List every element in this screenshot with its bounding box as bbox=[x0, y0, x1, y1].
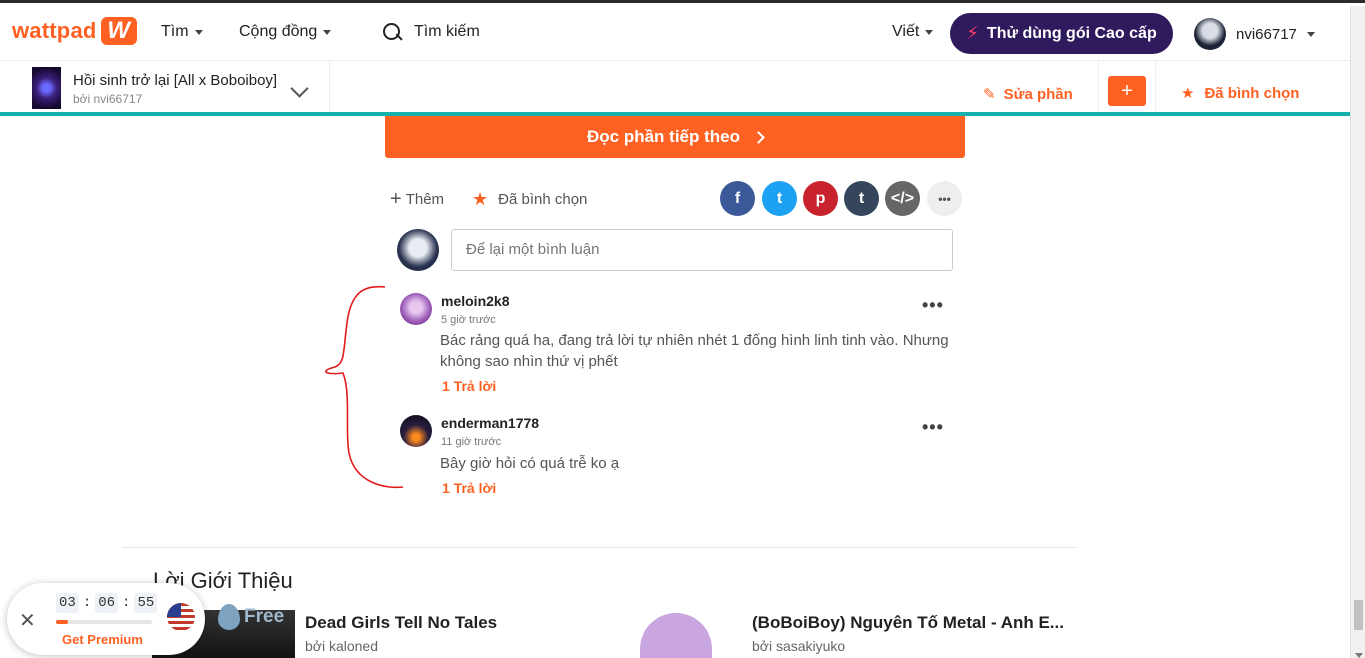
countdown-seconds: 55 bbox=[134, 593, 158, 613]
comment-text: Bác rảng quá ha, đang trả lời tự nhiên n… bbox=[440, 332, 949, 370]
pencil-icon: ✎ bbox=[983, 86, 996, 103]
divider bbox=[329, 61, 330, 113]
story-author[interactable]: bởi nvi66717 bbox=[73, 92, 142, 106]
tumblr-share-icon[interactable]: t bbox=[844, 181, 879, 216]
comment-text: Bây giờ hỏi có quá trễ ko ạ bbox=[440, 455, 620, 472]
separator: : bbox=[82, 595, 92, 611]
premium-button-label: Thử dùng gói Cao cấp bbox=[986, 24, 1157, 42]
chevron-down-icon bbox=[925, 29, 934, 35]
recommendation-author[interactable]: bởi kaloned bbox=[305, 638, 378, 654]
divider bbox=[122, 547, 1077, 548]
user-menu[interactable]: nvi66717 bbox=[1194, 18, 1315, 50]
replies-link[interactable]: 1 Trả lời bbox=[442, 480, 496, 496]
red-brace-annotation bbox=[324, 285, 404, 489]
twitter-share-icon[interactable]: t bbox=[762, 181, 797, 216]
embed-icon[interactable]: </> bbox=[885, 181, 920, 216]
countdown-progress bbox=[56, 620, 152, 624]
pinterest-share-icon[interactable]: p bbox=[803, 181, 838, 216]
search-button[interactable]: Tìm kiếm bbox=[382, 22, 480, 42]
avatar[interactable] bbox=[400, 293, 432, 325]
avatar bbox=[397, 229, 439, 271]
scrollbar-thumb[interactable] bbox=[1354, 600, 1363, 630]
star-icon: ★ bbox=[1181, 85, 1195, 102]
chevron-down-icon bbox=[194, 29, 203, 35]
chevron-down-icon[interactable] bbox=[1355, 653, 1363, 658]
divider bbox=[1098, 61, 1099, 113]
logo-text: wattpad bbox=[12, 18, 97, 43]
wattpad-logo[interactable]: wattpad W bbox=[12, 17, 137, 45]
community-menu[interactable]: Cộng đồng bbox=[239, 23, 332, 41]
browse-label: Tìm bbox=[161, 23, 189, 40]
countdown-progress-fill bbox=[56, 620, 68, 624]
star-icon[interactable]: ★ bbox=[472, 189, 488, 210]
community-label: Cộng đồng bbox=[239, 23, 318, 40]
write-menu[interactable]: Viết bbox=[892, 23, 934, 41]
separator: : bbox=[122, 595, 131, 611]
recommendation-title[interactable]: Dead Girls Tell No Tales bbox=[305, 613, 497, 633]
voted-button[interactable]: Đã bình chọn bbox=[498, 191, 587, 208]
more-options-icon[interactable]: ••• bbox=[922, 295, 944, 316]
facebook-share-icon[interactable]: f bbox=[720, 181, 755, 216]
get-premium-link[interactable]: Get Premium bbox=[62, 632, 143, 647]
add-button[interactable]: Thêm bbox=[406, 191, 444, 208]
avatar bbox=[1194, 18, 1226, 50]
comment-input[interactable] bbox=[451, 229, 953, 271]
plus-icon[interactable]: + bbox=[390, 188, 402, 211]
story-cover[interactable] bbox=[32, 67, 61, 109]
recommendation-cover[interactable] bbox=[640, 613, 712, 658]
countdown: 03 : 06 : 55 bbox=[56, 593, 158, 613]
try-premium-button[interactable]: ⚡ Thử dùng gói Cao cấp bbox=[950, 13, 1173, 54]
chevron-down-icon bbox=[323, 29, 332, 35]
free-badge: Free bbox=[218, 604, 284, 630]
replies-link[interactable]: 1 Trả lời bbox=[442, 378, 496, 394]
next-part-label: Đọc phần tiếp theo bbox=[587, 127, 740, 146]
top-navigation: wattpad W Tìm Cộng đồng Tìm kiếm Viết ⚡ … bbox=[0, 6, 1350, 60]
search-label: Tìm kiếm bbox=[414, 23, 480, 40]
write-label: Viết bbox=[892, 23, 920, 40]
edit-part-label: Sửa phần bbox=[1003, 85, 1073, 103]
us-flag-icon[interactable] bbox=[167, 603, 195, 631]
countdown-hours: 03 bbox=[56, 593, 79, 613]
drop-icon bbox=[218, 604, 240, 630]
more-options-icon[interactable]: ••• bbox=[927, 181, 962, 216]
chevron-right-icon bbox=[752, 130, 765, 144]
voted-button[interactable]: ★ Đã bình chọn bbox=[1181, 84, 1300, 103]
story-title[interactable]: Hồi sinh trở lại [All x Boboiboy] bbox=[73, 72, 277, 89]
avatar[interactable] bbox=[400, 415, 432, 447]
logo-mark-icon: W bbox=[100, 17, 137, 45]
comment-username[interactable]: meloin2k8 bbox=[441, 293, 509, 309]
close-icon[interactable]: ✕ bbox=[19, 608, 36, 633]
comment-time: 5 giờ trước bbox=[441, 314, 496, 326]
divider bbox=[1155, 61, 1156, 113]
comment-time: 11 giờ trước bbox=[441, 436, 502, 448]
countdown-minutes: 06 bbox=[95, 593, 119, 613]
search-icon bbox=[382, 22, 402, 42]
edit-part-button[interactable]: ✎ Sửa phần bbox=[983, 85, 1073, 104]
story-bar: Hồi sinh trở lại [All x Boboiboy] bởi nv… bbox=[0, 60, 1350, 113]
part-actions: + Thêm ★ Đã bình chọn bbox=[390, 188, 587, 211]
premium-timer-widget: ✕ 03 : 06 : 55 Get Premium bbox=[7, 583, 205, 655]
chevron-down-icon bbox=[1306, 31, 1315, 37]
free-badge-label: Free bbox=[244, 606, 285, 627]
next-part-button[interactable]: Đọc phần tiếp theo bbox=[385, 116, 965, 158]
username: nvi66717 bbox=[1236, 25, 1297, 43]
scrollbar[interactable] bbox=[1350, 6, 1365, 658]
recommendation-title[interactable]: (BoBoiBoy) Nguyên Tố Metal - Anh E... bbox=[752, 613, 1064, 633]
add-to-list-button[interactable]: + bbox=[1108, 76, 1146, 106]
voted-label: Đã bình chọn bbox=[1204, 84, 1300, 102]
more-options-icon[interactable]: ••• bbox=[922, 417, 944, 438]
browse-menu[interactable]: Tìm bbox=[161, 23, 203, 41]
recommendation-author[interactable]: bởi sasakiyuko bbox=[752, 638, 845, 654]
chevron-down-icon[interactable] bbox=[290, 79, 309, 98]
comment-username[interactable]: enderman1778 bbox=[441, 415, 539, 431]
lightning-icon: ⚡ bbox=[966, 23, 979, 43]
